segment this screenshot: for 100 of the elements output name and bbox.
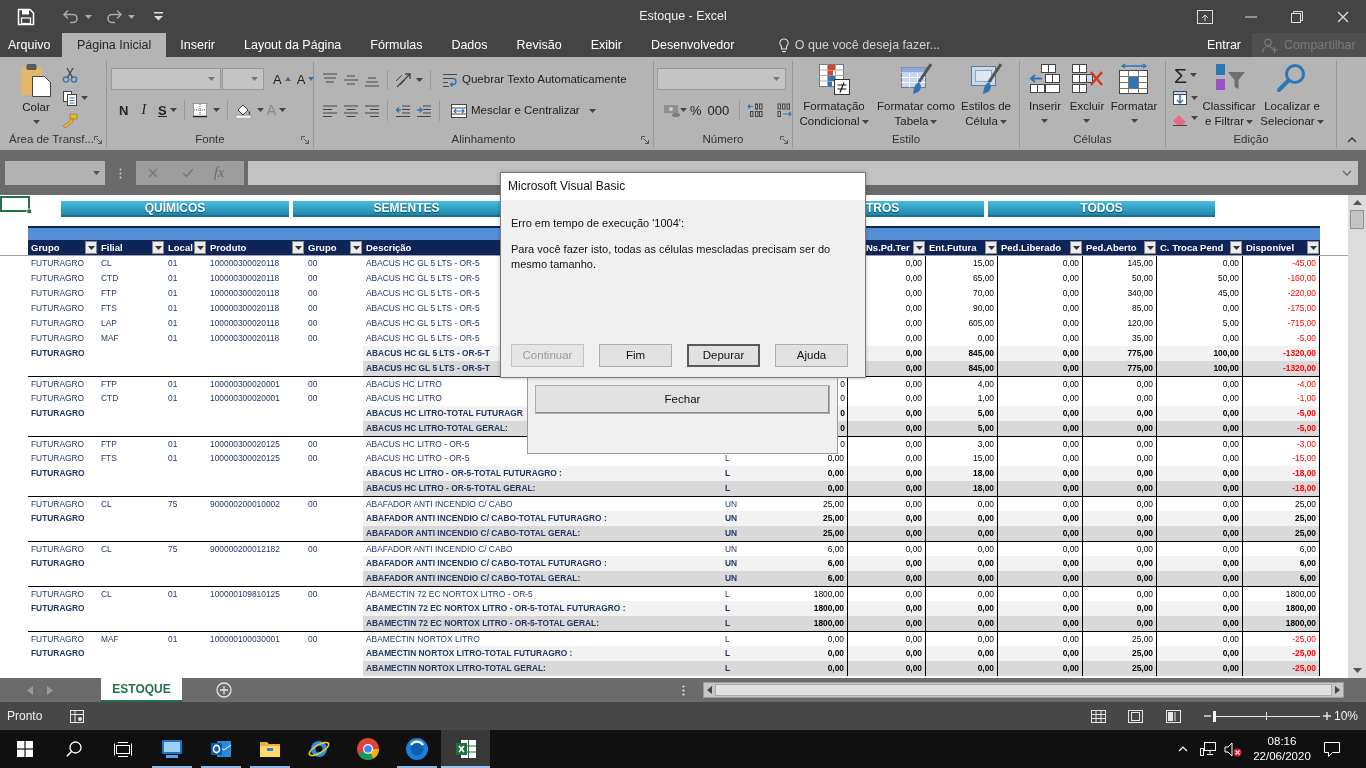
table-cell: 0,00 <box>848 661 926 676</box>
table-cell-text: L <box>724 662 732 675</box>
table-cell-text: FUTURAGRO <box>30 543 86 556</box>
table-cell: 0,00 <box>926 571 998 586</box>
table-cell: 120,00 <box>1083 316 1157 331</box>
table-cell-text: 01 <box>167 287 179 300</box>
table-cell-text: FUTURAGRO <box>30 332 86 345</box>
table-cell: 0,00 <box>1157 377 1243 391</box>
table-cell: -45,00 <box>1243 256 1320 271</box>
table-cell: 0,00 <box>1157 437 1243 451</box>
table-cell: 340,00 <box>1083 286 1157 301</box>
column-header: Grupo <box>30 241 61 255</box>
table-cell-text: ABACUS HC GL 5 LTS - OR-5 <box>365 272 481 285</box>
table-cell: 0,00 <box>998 421 1083 436</box>
table-cell-text: CTD <box>100 392 120 405</box>
window-title: Estoque - Excel <box>639 9 727 24</box>
table-cell-text: 00 <box>307 332 319 345</box>
table-cell-text: UN <box>724 557 739 570</box>
table-cell-text: L <box>724 467 732 480</box>
group-label: Número <box>702 133 744 147</box>
table-cell-text: 900000200012182 <box>209 543 281 556</box>
table-cell-text: ABACUS HC LITRO-TOTAL GERAL: <box>365 422 509 435</box>
table-cell-text: FUTURAGRO <box>30 378 86 391</box>
table-cell: 90,00 <box>926 301 998 316</box>
table-cell: 0,00 <box>998 437 1083 451</box>
table-cell-text: FUTURAGRO <box>30 257 86 270</box>
table-cell-text: L <box>724 633 731 646</box>
group-label: Estilo <box>891 133 921 147</box>
table-cell: 605,00 <box>926 316 998 331</box>
table-cell: 1800,00 <box>790 616 848 631</box>
table-cell-text: FTP <box>100 287 118 300</box>
table-cell-text: CL <box>100 588 113 601</box>
table-cell: 1800,00 <box>1243 616 1320 631</box>
table-cell: 15,00 <box>926 256 998 271</box>
table-cell: 0,00 <box>998 361 1083 376</box>
table-cell: 0,00 <box>998 616 1083 631</box>
table-cell: -175,00 <box>1243 301 1320 316</box>
table-cell-text: ABACUS HC GL 5 LTS - OR-5 <box>365 332 481 345</box>
table-cell-text: 01 <box>167 392 179 405</box>
group-label: Edição <box>1233 133 1269 147</box>
table-cell: 25,00 <box>1083 661 1157 676</box>
table-cell: 0,00 <box>926 616 998 631</box>
group-label: Fonte <box>195 133 225 147</box>
table-cell-text: ABACUS HC GL 5 LTS - OR-5 <box>365 317 481 330</box>
table-cell: 0,00 <box>998 256 1083 271</box>
group-label: Alinhamento <box>451 133 516 147</box>
table-cell-text: UN <box>724 572 739 585</box>
table-cell-text: 100000300020118 <box>209 302 281 315</box>
table-cell-text: ABAMECTIN NORTOX LITRO-TOTAL FUTURAGRO : <box>365 647 574 660</box>
table-cell: 0,00 <box>1157 481 1243 496</box>
table-cell-text: FUTURAGRO <box>30 647 86 660</box>
table-cell: 0,00 <box>998 271 1083 286</box>
status-text: Pronto <box>7 708 43 724</box>
table-cell-text: 00 <box>307 302 319 315</box>
table-cell: 6,00 <box>1243 571 1320 586</box>
table-cell: 50,00 <box>1083 271 1157 286</box>
table-cell-text: 00 <box>307 543 319 556</box>
table-cell: 0,00 <box>1157 661 1243 676</box>
table-cell-text: L <box>724 647 732 660</box>
table-cell: -25,00 <box>1243 661 1320 676</box>
table-cell: 0,00 <box>1157 571 1243 586</box>
table-cell-text: CL <box>100 257 113 270</box>
table-cell-text: 01 <box>167 272 179 285</box>
table-cell: 0,00 <box>1083 437 1157 451</box>
dialog-title: Microsoft Visual Basic <box>507 178 627 195</box>
table-cell-text: 00 <box>307 257 319 270</box>
table-cell: 65,00 <box>926 271 998 286</box>
table-cell-text: ABAFADOR ANTI INCENDIO C/ CABO <box>365 543 514 556</box>
table-cell-text: CL <box>100 498 113 511</box>
column-header: Descrição <box>365 241 413 255</box>
table-cell: 0,00 <box>1083 571 1157 586</box>
table-cell-text: UN <box>724 543 739 556</box>
table-cell: 5,00 <box>926 421 998 436</box>
table-cell: -18,00 <box>1243 481 1320 496</box>
column-header: Grupo <box>307 241 338 255</box>
table-cell: 0,00 <box>790 481 848 496</box>
table-cell-text: L <box>724 617 732 630</box>
table-cell-text: 100000300020001 <box>209 392 281 405</box>
table-cell: 0,00 <box>998 286 1083 301</box>
table-cell: 0,00 <box>1157 526 1243 541</box>
table-cell-text: 100000300020118 <box>209 287 281 300</box>
table-cell: 0,00 <box>926 526 998 541</box>
column-header: Disponível <box>1245 241 1296 255</box>
table-cell-text: FUTURAGRO <box>30 302 86 315</box>
column-header: Ped.Aberto <box>1085 241 1138 255</box>
table-cell-text: 75 <box>167 498 179 511</box>
table-cell-text: MAF <box>100 332 120 345</box>
table-cell-text: 00 <box>307 287 319 300</box>
table-cell-text: 900000200010002 <box>209 498 281 511</box>
table-cell: 0,00 <box>1157 256 1243 271</box>
table-cell-text: 100000300020125 <box>209 438 281 451</box>
table-cell: 3,00 <box>926 437 998 451</box>
table-cell-text: 01 <box>167 633 179 646</box>
error-heading: Erro em tempo de execução '1004': <box>511 216 685 230</box>
error-message: Para você fazer isto, todas as células mescladas precisam ser do mesmo tamanho. <box>511 242 832 272</box>
table-cell: 70,00 <box>926 286 998 301</box>
table-cell-text: FUTURAGRO <box>30 407 86 420</box>
table-cell: 145,00 <box>1083 256 1157 271</box>
group-label: Área de Transf... <box>9 133 94 147</box>
table-cell-text: FUTURAGRO <box>30 512 86 525</box>
